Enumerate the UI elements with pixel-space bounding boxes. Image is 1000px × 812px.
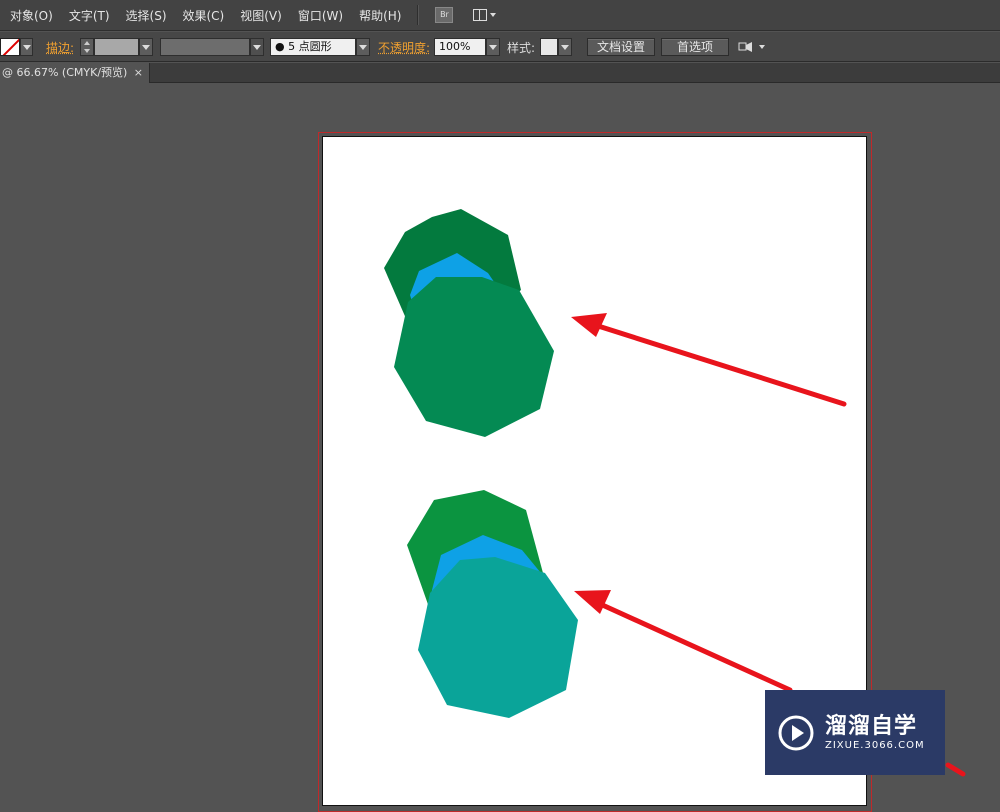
- lower-front-octagon[interactable]: [418, 557, 578, 718]
- watermark-subtitle: ZIXUE.3066.COM: [825, 740, 925, 751]
- watermark: 溜溜自学 ZIXUE.3066.COM: [765, 690, 945, 775]
- artwork-layer: [0, 0, 1000, 795]
- annotation-arrow-tail: [948, 765, 963, 774]
- annotation-arrow-lower: [598, 603, 790, 690]
- play-logo-icon: [777, 714, 815, 752]
- annotation-arrowhead-lower: [574, 590, 611, 614]
- watermark-title: 溜溜自学: [825, 714, 925, 740]
- upper-front-octagon[interactable]: [394, 277, 554, 437]
- annotation-arrow-upper: [595, 325, 844, 404]
